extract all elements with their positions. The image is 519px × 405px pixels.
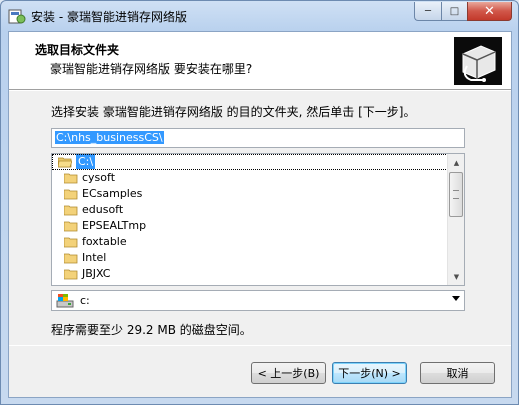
footer-separator — [9, 345, 511, 346]
tree-item[interactable]: foxtable — [52, 234, 448, 250]
maximize-icon: □ — [449, 5, 460, 17]
caption-buttons: ─ □ ✕ — [414, 2, 512, 22]
drive-select[interactable]: c: — [51, 290, 465, 311]
instruction-text: 选择安装 豪瑞智能进销存网络版 的目的文件夹, 然后单击 [下一步]。 — [51, 105, 416, 119]
folder-icon — [64, 205, 78, 216]
minimize-icon: ─ — [424, 5, 432, 17]
tree-item-label: EPSEALTmp — [82, 219, 147, 232]
tree-item[interactable]: Intel — [52, 250, 448, 266]
open-folder-icon — [58, 157, 72, 168]
tree-item-label: ECsamples — [82, 187, 143, 200]
installer-window: 安装 - 豪瑞智能进销存网络版 ─ □ ✕ 选取目标文件夹 豪瑞智能进销存网络版… — [0, 0, 519, 405]
minimize-button[interactable]: ─ — [414, 2, 441, 21]
folder-icon — [64, 173, 78, 184]
window-title: 安装 - 豪瑞智能进销存网络版 — [31, 10, 187, 24]
tree-scrollbar[interactable]: ▲ ▼ — [447, 154, 464, 285]
tree-item[interactable]: JBJXC — [52, 266, 448, 282]
tree-item-label: edusoft — [82, 203, 124, 216]
tree-item[interactable]: cysoft — [52, 170, 448, 186]
tree-item-label: cysoft — [82, 171, 116, 184]
installer-logo-icon — [454, 37, 502, 85]
header-separator — [9, 90, 511, 91]
drive-select-value: c: — [80, 294, 90, 307]
next-button[interactable]: 下一步(N) > — [332, 362, 407, 384]
tree-item-label: JBJXC — [82, 267, 111, 280]
maximize-button[interactable]: □ — [441, 2, 467, 21]
close-button[interactable]: ✕ — [467, 2, 512, 21]
tree-item-label: C:\ — [76, 154, 96, 169]
title-bar[interactable]: 安装 - 豪瑞智能进销存网络版 ─ □ ✕ — [1, 1, 518, 31]
folder-tree[interactable]: C:\ cysoft ECsamples edusoft EPSEALTmp f… — [51, 153, 465, 286]
tree-item-root[interactable]: C:\ — [52, 154, 448, 170]
folder-icon — [64, 221, 78, 232]
scroll-thumb[interactable] — [449, 172, 463, 217]
tree-item[interactable]: edusoft — [52, 202, 448, 218]
folder-list: C:\ cysoft ECsamples edusoft EPSEALTmp f… — [52, 154, 448, 282]
wizard-header: 选取目标文件夹 豪瑞智能进销存网络版 要安装在哪里? — [9, 32, 511, 90]
back-button[interactable]: < 上一步(B) — [251, 362, 326, 384]
folder-icon — [64, 237, 78, 248]
tree-item-label: foxtable — [82, 235, 127, 248]
hard-drive-icon — [56, 294, 74, 308]
folder-icon — [64, 253, 78, 264]
tree-item[interactable]: EPSEALTmp — [52, 218, 448, 234]
tree-item-label: Intel — [82, 251, 107, 264]
page-title: 选取目标文件夹 — [35, 43, 120, 57]
destination-path-input[interactable]: C:\nhs_businessCS\ — [51, 128, 465, 148]
setup-app-icon — [8, 9, 26, 24]
tree-item[interactable]: ECsamples — [52, 186, 448, 202]
folder-icon — [64, 269, 78, 280]
cancel-button[interactable]: 取消 — [420, 362, 495, 384]
scroll-down-arrow-icon[interactable]: ▼ — [448, 268, 464, 285]
scroll-up-arrow-icon[interactable]: ▲ — [448, 154, 464, 171]
wizard-client-area: 选取目标文件夹 豪瑞智能进销存网络版 要安装在哪里? 选择安装 豪瑞智能进销存网… — [8, 31, 512, 398]
disk-space-text: 程序需要至少 29.2 MB 的磁盘空间。 — [51, 323, 252, 337]
chevron-down-icon — [452, 296, 460, 301]
path-input-value: C:\nhs_businessCS\ — [55, 131, 164, 144]
close-icon: ✕ — [484, 3, 495, 19]
folder-icon — [64, 189, 78, 200]
page-subtitle: 豪瑞智能进销存网络版 要安装在哪里? — [50, 62, 253, 76]
